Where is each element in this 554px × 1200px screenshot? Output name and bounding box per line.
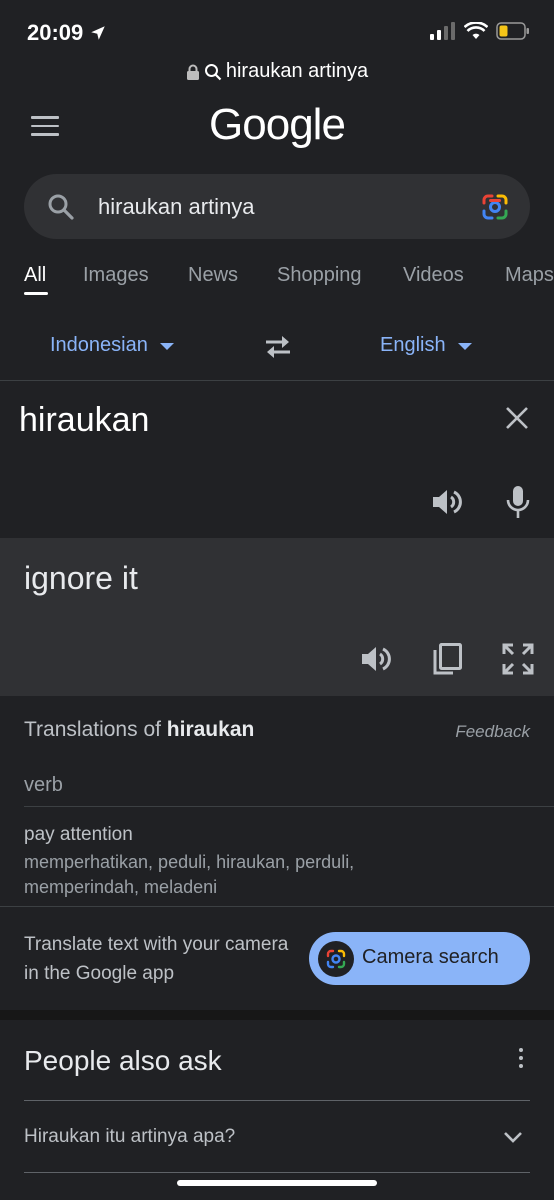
microphone-icon[interactable]: [505, 484, 531, 520]
translation-synonyms: memperhatikan, peduli, hiraukan, perduli…: [24, 852, 355, 897]
paa-question[interactable]: Hiraukan itu artinya apa?: [24, 1126, 235, 1148]
camera-icon: [318, 941, 354, 977]
time-text: 20:09: [27, 20, 84, 45]
source-text[interactable]: hiraukan: [19, 401, 149, 440]
status-bar: 20:09 hiraukan artinya: [0, 0, 554, 82]
chevron-down-icon[interactable]: [502, 1126, 524, 1148]
camera-promo-text: Translate text with your camera in the G…: [24, 934, 289, 984]
language-selector-row: Indonesian English: [0, 318, 554, 380]
heading-prefix: Translations of: [24, 718, 167, 741]
translation-result-panel: ignore it: [0, 538, 554, 696]
tab-images[interactable]: Images: [83, 264, 149, 287]
system-icons: [430, 22, 530, 40]
location-arrow-icon: [91, 26, 106, 40]
url-bar[interactable]: hiraukan artinya: [0, 60, 554, 83]
target-language-dropdown[interactable]: English: [380, 334, 472, 357]
signal-icon: [430, 22, 455, 40]
chevron-down-icon: [159, 343, 174, 350]
feedback-link[interactable]: Feedback: [455, 722, 530, 742]
camera-search-label: Camera search: [362, 946, 499, 968]
camera-search-button[interactable]: Camera search: [309, 932, 530, 985]
tab-maps[interactable]: Maps: [505, 264, 554, 287]
speaker-icon[interactable]: [359, 642, 393, 676]
search-query[interactable]: hiraukan artinya: [98, 194, 255, 220]
speaker-icon[interactable]: [430, 485, 464, 519]
search-tabs: All Images News Shopping Videos Maps: [0, 264, 554, 304]
google-lens-icon[interactable]: [480, 192, 510, 222]
lock-icon: [186, 64, 199, 80]
target-language-label: English: [380, 334, 446, 356]
search-icon: [204, 63, 222, 80]
status-time: 20:09: [27, 20, 107, 46]
translation-word[interactable]: pay attention: [24, 824, 133, 846]
tab-shopping[interactable]: Shopping: [277, 264, 362, 287]
active-tab-indicator: [24, 292, 48, 295]
heading-word: hiraukan: [166, 718, 255, 741]
divider: [24, 1172, 530, 1173]
source-language-dropdown[interactable]: Indonesian: [50, 334, 174, 357]
swap-languages-icon[interactable]: [262, 332, 294, 362]
close-icon[interactable]: [504, 405, 530, 431]
part-of-speech: verb: [24, 774, 63, 796]
search-input[interactable]: hiraukan artinya: [24, 174, 530, 239]
divider: [24, 806, 554, 807]
search-icon[interactable]: [46, 192, 76, 222]
source-text-panel[interactable]: hiraukan: [0, 381, 554, 537]
home-indicator[interactable]: [177, 1180, 377, 1186]
wifi-icon: [464, 22, 488, 39]
translated-text: ignore it: [24, 560, 138, 596]
tab-news[interactable]: News: [188, 264, 238, 287]
translations-heading: Translations of hiraukan: [24, 718, 254, 742]
more-options-icon[interactable]: [514, 1048, 528, 1072]
chevron-down-icon: [457, 343, 472, 350]
url-text: hiraukan artinya: [225, 60, 369, 82]
section-separator: [0, 1010, 554, 1020]
battery-icon: [496, 22, 529, 40]
divider: [0, 906, 554, 907]
copy-icon[interactable]: [431, 642, 463, 676]
divider: [24, 1100, 530, 1101]
google-logo[interactable]: Google: [0, 100, 554, 150]
tab-videos[interactable]: Videos: [403, 264, 464, 287]
fullscreen-icon[interactable]: [502, 643, 534, 675]
people-also-ask-title: People also ask: [24, 1045, 222, 1076]
tab-all[interactable]: All: [24, 264, 46, 287]
source-language-label: Indonesian: [50, 334, 148, 356]
